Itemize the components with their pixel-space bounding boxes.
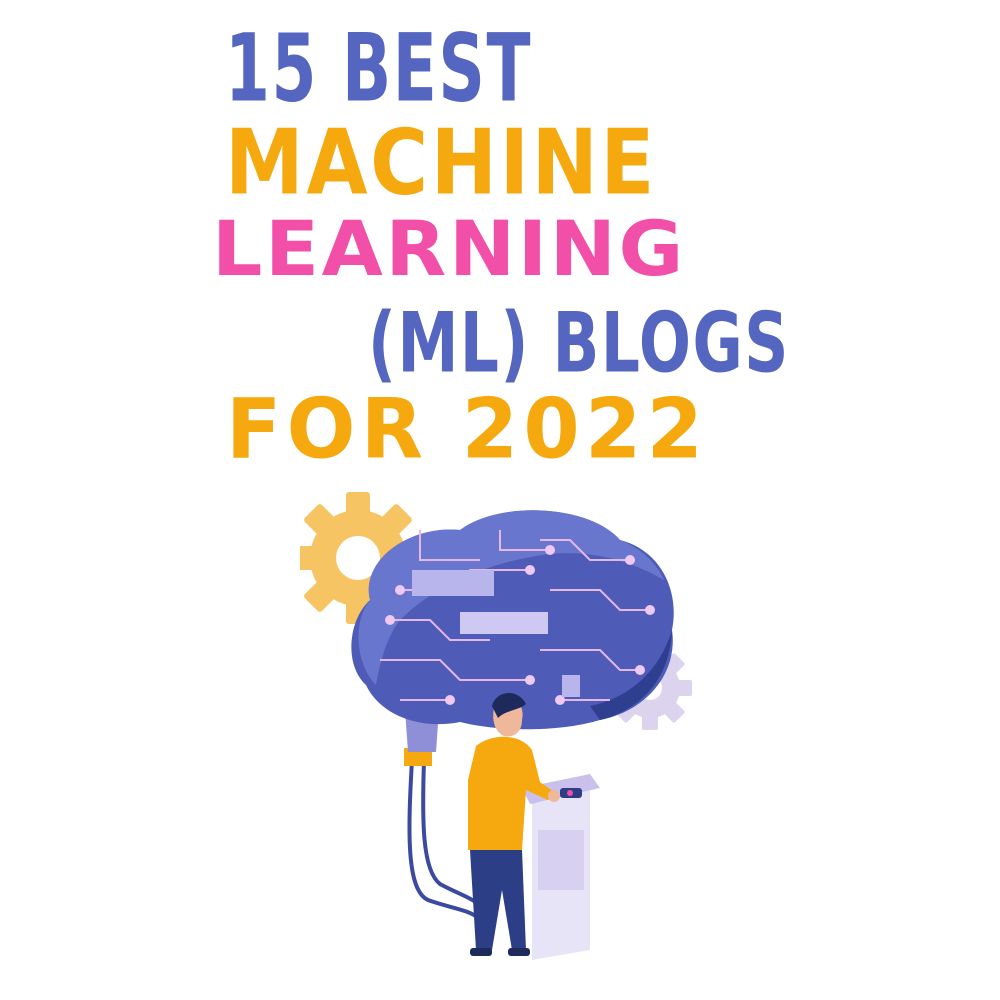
title-line-2: MACHINE xyxy=(225,110,658,216)
title-line-1: 15 BEST xyxy=(225,13,533,123)
control-console xyxy=(522,774,600,960)
title-line-3: LEARNING xyxy=(212,205,687,294)
brain-chip-2 xyxy=(460,612,548,634)
title-line-5: FOR 2022 xyxy=(226,380,709,478)
brain-chip-1 xyxy=(412,570,494,596)
title-block: 15 BEST MACHINE LEARNING (ML) BLOGS FOR … xyxy=(0,0,1000,480)
brain-illustration xyxy=(300,492,692,960)
brain-chip-3 xyxy=(562,675,580,697)
title-line-4: (ML) BLOGS xyxy=(368,294,790,392)
